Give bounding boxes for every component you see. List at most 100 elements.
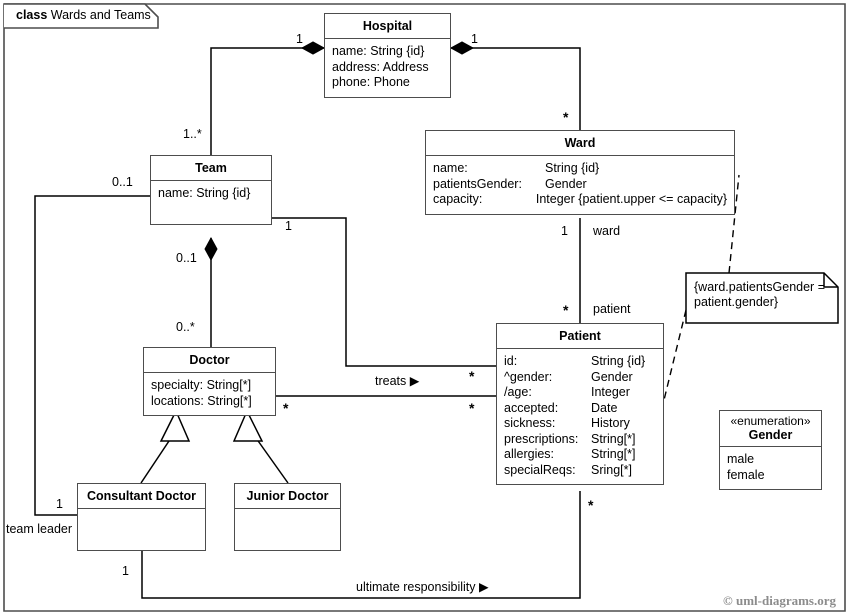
assoc-team-doctor bbox=[204, 236, 218, 347]
association-name-treats: treats ▶ bbox=[375, 374, 420, 388]
class-team-name: Team bbox=[151, 156, 271, 181]
multiplicity-doctor-patient: * bbox=[283, 400, 289, 416]
enumeration-name-text: Gender bbox=[748, 428, 793, 442]
attribute-row: name: String {id} bbox=[433, 161, 727, 177]
copyright-notice: © uml-diagrams.org bbox=[723, 593, 836, 608]
attribute-name: accepted: bbox=[504, 400, 559, 415]
attribute-type: Gender bbox=[591, 369, 633, 384]
class-ward-attributes: name: String {id} patientsGender: Gender… bbox=[426, 156, 734, 214]
class-doctor-attributes: specialty: String[*] locations: String[*… bbox=[144, 373, 275, 415]
assoc-team-leader bbox=[34, 195, 150, 516]
class-patient-attributes: id: String {id} ^gender: Gender /age: In… bbox=[497, 349, 663, 484]
attribute-type: Sring[*] bbox=[591, 462, 632, 477]
frame-keyword: class bbox=[16, 8, 48, 22]
attribute-name: /age: bbox=[504, 385, 532, 399]
attribute-name: specialReqs: bbox=[504, 462, 576, 477]
attribute-row: name: String {id} bbox=[158, 186, 251, 200]
multiplicity-team-doctor: 0..1 bbox=[176, 251, 197, 265]
attribute-type: History bbox=[591, 416, 630, 430]
multiplicity-hospital-ward: 1 bbox=[471, 32, 478, 46]
class-team[interactable]: Team name: String {id} bbox=[150, 155, 272, 225]
multiplicity-team-treats: 1 bbox=[285, 219, 292, 233]
attribute-row: allergies: String[*] bbox=[504, 447, 656, 463]
class-junior-doctor[interactable]: Junior Doctor bbox=[234, 483, 341, 551]
role-team-leader: team leader bbox=[6, 522, 73, 536]
attribute-name: sickness: bbox=[504, 416, 556, 430]
attribute-type: Gender bbox=[545, 176, 587, 191]
class-junior-doctor-name: Junior Doctor bbox=[235, 484, 340, 509]
multiplicity-treats-patient: * bbox=[469, 368, 475, 384]
class-doctor-name: Doctor bbox=[144, 348, 275, 373]
multiplicity-team-leader-team: 0..1 bbox=[112, 175, 133, 189]
class-ward[interactable]: Ward name: String {id} patientsGender: G… bbox=[425, 130, 735, 215]
attribute-type: String[*] bbox=[591, 431, 636, 446]
generalization-junior-doctor bbox=[232, 409, 289, 484]
role-ward: ward bbox=[593, 224, 621, 238]
attribute-row: prescriptions: String[*] bbox=[504, 432, 656, 448]
multiplicity-responsibility-consultant: 1 bbox=[122, 564, 129, 578]
attribute-row: address: Address bbox=[332, 59, 429, 74]
class-ward-name: Ward bbox=[426, 131, 734, 156]
attribute-type: String[*] bbox=[591, 447, 636, 461]
attribute-row: locations: String[*] bbox=[151, 393, 252, 408]
multiplicity-patient-doctor: * bbox=[469, 400, 475, 416]
attribute-row: specialReqs: Sring[*] bbox=[504, 463, 656, 479]
attribute-name: id: bbox=[504, 354, 518, 368]
multiplicity-ward-side: 1 bbox=[561, 224, 568, 238]
class-hospital-attributes: name: String {id} address: Address phone… bbox=[325, 39, 450, 97]
class-hospital-name: Hospital bbox=[325, 14, 450, 39]
constraint-note-text: {ward.patientsGender = patient.gender} bbox=[694, 280, 825, 309]
attribute-row: patientsGender: Gender bbox=[433, 177, 727, 193]
attribute-row: name: String {id} bbox=[332, 44, 425, 58]
assoc-hospital-team bbox=[210, 41, 326, 155]
class-consultant-doctor[interactable]: Consultant Doctor bbox=[77, 483, 206, 551]
class-patient-name: Patient bbox=[497, 324, 663, 349]
attribute-row: id: String {id} bbox=[504, 354, 656, 370]
enumeration-literal: female bbox=[727, 467, 765, 482]
attribute-name: name: bbox=[433, 161, 468, 175]
attribute-type: Integer bbox=[591, 385, 630, 399]
class-patient[interactable]: Patient id: String {id} ^gender: Gender … bbox=[496, 323, 664, 485]
multiplicity-team-leader-one: 1 bbox=[56, 497, 63, 511]
assoc-team-patient-treats bbox=[272, 217, 496, 367]
attribute-row: accepted: Date bbox=[504, 401, 656, 417]
class-consultant-doctor-name: Consultant Doctor bbox=[78, 484, 205, 509]
attribute-type: String {id} bbox=[545, 161, 600, 175]
enumeration-stereotype: «enumeration» bbox=[730, 414, 811, 428]
uml-class-diagram: class Wards and Teams Hospital name: Str… bbox=[0, 0, 850, 616]
constraint-note[interactable]: {ward.patientsGender = patient.gender} bbox=[686, 273, 838, 323]
attribute-name: patientsGender: bbox=[433, 176, 522, 191]
frame-name: Wards and Teams bbox=[50, 8, 151, 22]
attribute-type: String {id} bbox=[591, 354, 646, 368]
attribute-type: Integer {patient.upper <= capacity} bbox=[535, 192, 727, 206]
assoc-hospital-ward bbox=[449, 41, 581, 130]
generalization-consultant-doctor bbox=[140, 409, 191, 484]
attribute-row: phone: Phone bbox=[332, 75, 410, 89]
attribute-row: capacity: Integer {patient.upper <= capa… bbox=[433, 192, 727, 208]
attribute-row: sickness: History bbox=[504, 416, 656, 432]
diagram-frame-label: class Wards and Teams bbox=[16, 8, 151, 22]
attribute-type: Date bbox=[591, 400, 618, 415]
attribute-row: ^gender: Gender bbox=[504, 370, 656, 386]
attribute-row: specialty: String[*] bbox=[151, 378, 252, 392]
attribute-name: capacity: bbox=[433, 192, 483, 206]
multiplicity-doctor-team: 0..* bbox=[176, 320, 195, 334]
role-patient: patient bbox=[593, 302, 631, 316]
enumeration-gender-name: «enumeration» Gender bbox=[720, 411, 821, 447]
class-team-attributes: name: String {id} bbox=[151, 181, 271, 224]
multiplicity-team-hospital: 1..* bbox=[183, 127, 202, 141]
enumeration-gender[interactable]: «enumeration» Gender male female bbox=[719, 410, 822, 490]
association-name-responsibility: ultimate responsibility ▶ bbox=[356, 580, 489, 594]
multiplicity-responsibility-patient: * bbox=[588, 497, 594, 513]
class-hospital[interactable]: Hospital name: String {id} address: Addr… bbox=[324, 13, 451, 98]
class-doctor[interactable]: Doctor specialty: String[*] locations: S… bbox=[143, 347, 276, 416]
attribute-name: ^gender: bbox=[504, 369, 553, 384]
multiplicity-ward-hospital: * bbox=[563, 109, 569, 125]
attribute-name: allergies: bbox=[504, 447, 555, 461]
attribute-name: prescriptions: bbox=[504, 431, 579, 446]
multiplicity-hospital-team: 1 bbox=[296, 32, 303, 46]
multiplicity-patient-side: * bbox=[563, 302, 569, 318]
enumeration-literal: male bbox=[727, 452, 755, 466]
enumeration-gender-literals: male female bbox=[720, 447, 821, 489]
attribute-row: /age: Integer bbox=[504, 385, 656, 401]
